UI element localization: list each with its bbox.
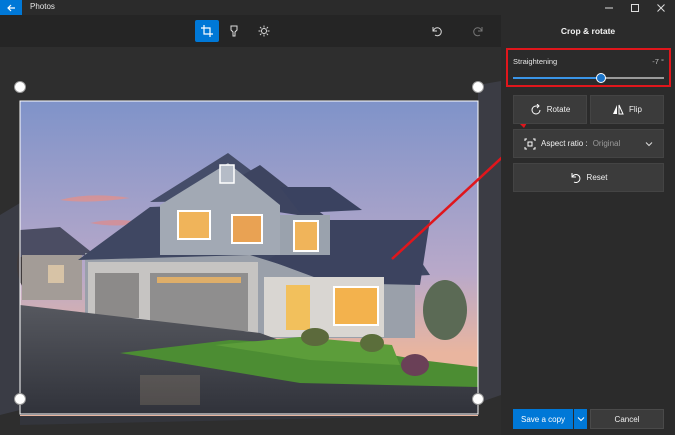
crop-handle-bottom-right[interactable]: [472, 393, 484, 405]
minimize-icon: [605, 7, 613, 8]
annotation-highlight-box: [506, 48, 671, 87]
rotate-button[interactable]: Rotate: [513, 95, 587, 124]
edit-toolbar: [0, 15, 501, 47]
reset-icon: [571, 172, 580, 183]
minimize-button[interactable]: [596, 0, 622, 15]
back-arrow-icon: [7, 4, 15, 11]
save-copy-label: Save a copy: [520, 414, 566, 424]
undo-button[interactable]: [425, 20, 449, 42]
close-icon: [657, 3, 665, 12]
panel-title: Crop & rotate: [560, 26, 616, 36]
straightening-label: Straightening: [513, 57, 558, 66]
canvas-background: [0, 47, 501, 435]
aspect-ratio-icon: [524, 138, 536, 149]
rotate-icon: [531, 103, 541, 114]
straightening-value: -7 °: [652, 57, 664, 66]
straightening-slider[interactable]: [513, 73, 664, 83]
maximize-button[interactable]: [622, 0, 648, 15]
redo-button[interactable]: [466, 20, 490, 42]
aspect-ratio-label: Aspect ratio :: [541, 139, 588, 148]
title-bar: Photos: [0, 0, 675, 15]
flip-icon: [613, 104, 624, 114]
crop-handle-top-left[interactable]: [14, 81, 26, 93]
crop-icon: [201, 25, 213, 37]
slider-fill: [513, 77, 601, 79]
editor-area: [0, 15, 501, 435]
aspect-ratio-value: Original: [592, 139, 621, 148]
save-options-button[interactable]: [574, 409, 587, 429]
app-title: Photos: [30, 2, 55, 11]
brightness-icon: [258, 25, 270, 37]
chevron-down-icon: [577, 417, 584, 422]
cancel-label: Cancel: [614, 414, 640, 424]
adjust-tool-button[interactable]: [252, 20, 276, 42]
redo-icon: [473, 27, 483, 37]
maximize-icon: [631, 3, 639, 12]
cancel-button[interactable]: Cancel: [590, 409, 664, 429]
save-copy-button[interactable]: Save a copy: [513, 409, 573, 429]
crop-handle-bottom-left[interactable]: [14, 393, 26, 405]
filter-tool-button[interactable]: [222, 20, 246, 42]
crop-tool-button[interactable]: [195, 20, 219, 42]
reset-button[interactable]: Reset: [513, 163, 664, 192]
undo-icon: [432, 27, 442, 37]
chevron-down-icon: [645, 141, 653, 146]
flip-button[interactable]: Flip: [590, 95, 664, 124]
rotate-label: Rotate: [546, 105, 571, 114]
back-button[interactable]: [0, 0, 22, 15]
slider-thumb[interactable]: [595, 73, 606, 83]
aspect-ratio-dropdown[interactable]: Aspect ratio : Original: [513, 129, 664, 158]
flip-label: Flip: [629, 105, 642, 114]
crop-handle-top-right[interactable]: [472, 81, 484, 93]
photo-image: [0, 81, 501, 425]
reset-label: Reset: [586, 173, 608, 182]
close-button[interactable]: [648, 0, 674, 15]
filter-icon: [230, 25, 238, 37]
